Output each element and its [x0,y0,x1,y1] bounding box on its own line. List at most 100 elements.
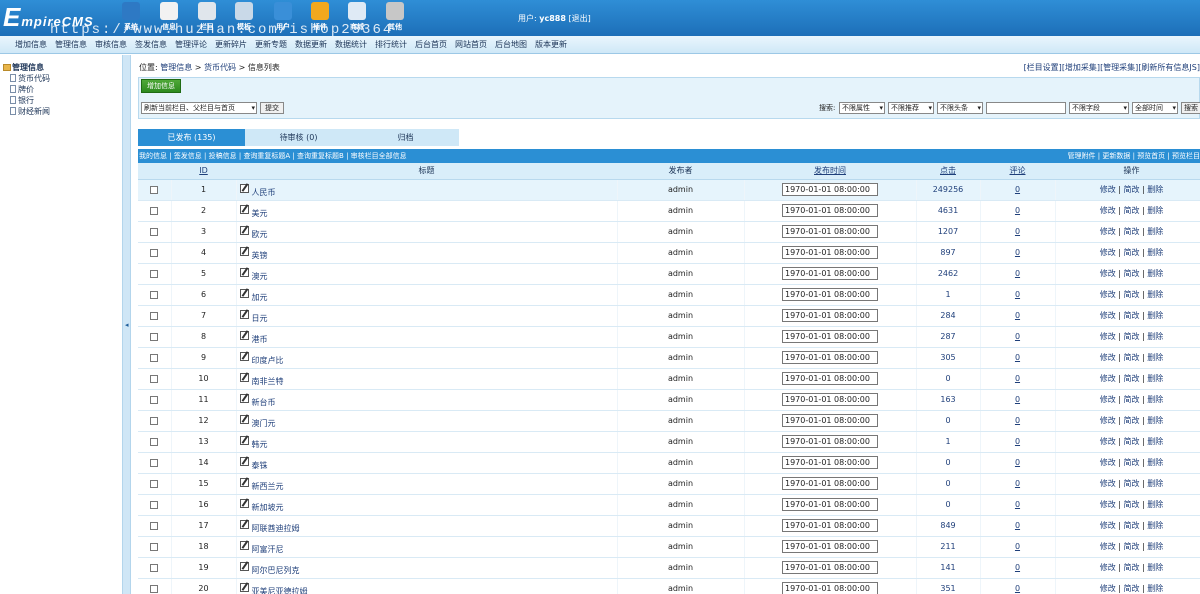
row-checkbox[interactable] [150,500,159,509]
row-time-input[interactable]: 1970-01-01 08:00:00 [782,204,878,217]
tab-1[interactable]: 待审核 (0) [245,129,352,146]
row-time-input[interactable]: 1970-01-01 08:00:00 [782,582,878,594]
toolbar-button-3[interactable]: 模板 [229,0,259,36]
header-time[interactable]: 发布时间 [744,163,916,180]
modify-link[interactable]: 修改 [1100,437,1116,446]
edit-icon[interactable] [239,247,249,256]
delete-link[interactable]: 删除 [1147,269,1163,278]
collapse-arrow-icon[interactable]: ◂ [125,321,129,329]
row-checkbox[interactable] [150,437,159,446]
edit-icon[interactable] [239,310,249,319]
row-comments-link[interactable]: 0 [1015,353,1020,362]
row-checkbox[interactable] [150,353,159,362]
toolbar-button-7[interactable]: 其他 [380,0,410,36]
delete-link[interactable]: 删除 [1147,437,1163,446]
row-time-input[interactable]: 1970-01-01 08:00:00 [782,498,878,511]
delete-link[interactable]: 删除 [1147,521,1163,530]
menu-item-10[interactable]: 后台首页 [411,36,451,50]
sidebar-item-0[interactable]: 货币代码 [10,73,50,84]
row-title-link[interactable]: 港币 [252,334,268,345]
row-checkbox[interactable] [150,584,159,593]
menu-item-0[interactable]: 增加信息 [0,36,51,50]
row-checkbox[interactable] [150,227,159,236]
delete-link[interactable]: 删除 [1147,500,1163,509]
toolbar-button-0[interactable]: 系统 [116,0,146,36]
quick-edit-link[interactable]: 简改 [1124,227,1140,236]
delete-link[interactable]: 删除 [1147,416,1163,425]
row-title-link[interactable]: 阿尔巴尼列克 [252,565,300,576]
subbar-left-link-5[interactable]: 审核栏目全部信息 [351,152,407,160]
attribute-filter-select[interactable]: 不限属性 [839,102,885,114]
row-checkbox[interactable] [150,206,159,215]
modify-link[interactable]: 修改 [1100,185,1116,194]
row-title-link[interactable]: 南非兰特 [252,376,284,387]
row-title-link[interactable]: 泰铢 [252,460,268,471]
search-input[interactable] [986,102,1066,114]
add-info-button[interactable]: 增加信息 [141,79,181,93]
modify-link[interactable]: 修改 [1100,563,1116,572]
toolbar-button-2[interactable]: 栏目 [192,0,222,36]
row-title-link[interactable]: 阿富汗尼 [252,544,284,555]
quick-edit-link[interactable]: 简改 [1124,500,1140,509]
delete-link[interactable]: 删除 [1147,395,1163,404]
modify-link[interactable]: 修改 [1100,311,1116,320]
quick-edit-link[interactable]: 简改 [1124,563,1140,572]
headline-filter-select[interactable]: 不限头条 [937,102,983,114]
row-comments-link[interactable]: 0 [1015,521,1020,530]
edit-icon[interactable] [239,457,249,466]
quick-edit-link[interactable]: 简改 [1124,332,1140,341]
submit-button[interactable]: 提交 [260,102,284,114]
menu-item-8[interactable]: 数据统计 [331,36,371,50]
row-time-input[interactable]: 1970-01-01 08:00:00 [782,456,878,469]
row-time-input[interactable]: 1970-01-01 08:00:00 [782,309,878,322]
row-comments-link[interactable]: 0 [1015,458,1020,467]
row-comments-link[interactable]: 0 [1015,479,1020,488]
row-comments-link[interactable]: 0 [1015,185,1020,194]
row-time-input[interactable]: 1970-01-01 08:00:00 [782,288,878,301]
delete-link[interactable]: 删除 [1147,332,1163,341]
row-checkbox[interactable] [150,395,159,404]
edit-icon[interactable] [239,226,249,235]
subbar-right-link-1[interactable]: 更新数据 [1102,152,1130,160]
subbar-right-link-2[interactable]: 预览首页 [1137,152,1165,160]
delete-link[interactable]: 删除 [1147,479,1163,488]
edit-icon[interactable] [239,436,249,445]
top-right-link-1[interactable]: [增加采集] [1062,63,1100,72]
delete-link[interactable]: 删除 [1147,584,1163,593]
edit-icon[interactable] [239,331,249,340]
modify-link[interactable]: 修改 [1100,248,1116,257]
row-time-input[interactable]: 1970-01-01 08:00:00 [782,183,878,196]
row-time-input[interactable]: 1970-01-01 08:00:00 [782,330,878,343]
tab-2[interactable]: 归档 [352,129,459,146]
toolbar-button-5[interactable]: 插件 [305,0,335,36]
row-comments-link[interactable]: 0 [1015,332,1020,341]
menu-item-2[interactable]: 审核信息 [91,36,131,50]
sidebar-item-3[interactable]: 财经新闻 [10,106,50,117]
row-time-input[interactable]: 1970-01-01 08:00:00 [782,372,878,385]
modify-link[interactable]: 修改 [1100,521,1116,530]
row-checkbox[interactable] [150,290,159,299]
top-right-link-0[interactable]: [栏目设置] [1024,63,1062,72]
edit-icon[interactable] [239,415,249,424]
menu-item-4[interactable]: 管理评论 [171,36,211,50]
edit-icon[interactable] [239,499,249,508]
modify-link[interactable]: 修改 [1100,542,1116,551]
row-comments-link[interactable]: 0 [1015,269,1020,278]
sidebar-item-1[interactable]: 牌价 [10,84,34,95]
row-title-link[interactable]: 新西兰元 [252,481,284,492]
delete-link[interactable]: 删除 [1147,206,1163,215]
menu-item-12[interactable]: 后台地图 [491,36,531,50]
quick-edit-link[interactable]: 简改 [1124,185,1140,194]
edit-icon[interactable] [239,289,249,298]
menu-item-6[interactable]: 更新专题 [251,36,291,50]
row-comments-link[interactable]: 0 [1015,584,1020,593]
row-checkbox[interactable] [150,332,159,341]
modify-link[interactable]: 修改 [1100,458,1116,467]
subbar-right-link-0[interactable]: 管理附件 [1068,152,1096,160]
quick-edit-link[interactable]: 简改 [1124,416,1140,425]
edit-icon[interactable] [239,541,249,550]
quick-edit-link[interactable]: 简改 [1124,206,1140,215]
row-comments-link[interactable]: 0 [1015,374,1020,383]
edit-icon[interactable] [239,205,249,214]
quick-edit-link[interactable]: 简改 [1124,542,1140,551]
